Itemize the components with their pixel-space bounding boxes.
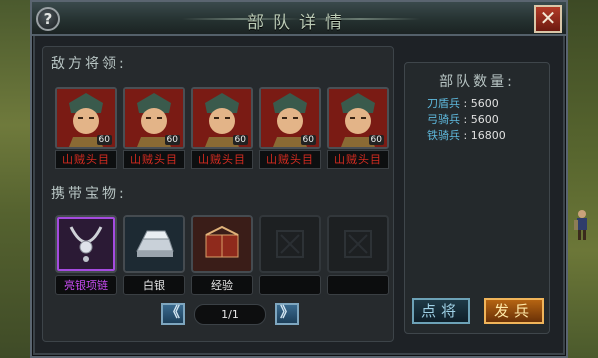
- general-card[interactable]: 60 山贼头目: [123, 87, 185, 171]
- empty-slot-icon: [259, 215, 321, 273]
- treasure-slot[interactable]: 白银: [123, 215, 185, 295]
- map-background-left: [0, 0, 32, 358]
- treasure-slot[interactable]: 亮银项链: [55, 215, 117, 295]
- troop-type: 铁骑兵: [427, 129, 460, 142]
- troop-count: 16800: [470, 129, 506, 142]
- troop-row: 刀盾兵 : 5600: [427, 95, 499, 111]
- general-name: 山贼头目: [259, 150, 321, 169]
- general-level: 60: [164, 135, 180, 145]
- general-card[interactable]: 60 山贼头目: [327, 87, 389, 171]
- general-level: 60: [300, 135, 316, 145]
- treasures-label: 携带宝物:: [51, 186, 127, 202]
- general-name: 山贼头目: [55, 150, 117, 169]
- send-troops-button[interactable]: 发兵: [484, 298, 544, 324]
- general-portrait-icon: 60: [327, 87, 389, 149]
- treasure-name: 亮银项链: [55, 275, 117, 295]
- prev-page-button[interactable]: 《: [161, 303, 185, 325]
- enemy-generals-label: 敌方将领:: [51, 56, 127, 72]
- main-content-panel: 敌方将领: 60 山贼头目 60 山贼头目 60 山贼头目 60 山贼头目 60…: [42, 46, 394, 342]
- next-page-button[interactable]: 》: [275, 303, 299, 325]
- troop-count: 5600: [470, 97, 499, 110]
- general-name: 山贼头目: [327, 150, 389, 169]
- treasure-slot-empty[interactable]: [327, 215, 389, 295]
- map-background-right: [568, 0, 598, 358]
- troop-type: 弓骑兵: [427, 113, 460, 126]
- troop-separator: :: [463, 113, 468, 126]
- general-level: 60: [96, 135, 112, 145]
- general-portrait-icon: 60: [191, 87, 253, 149]
- general-card[interactable]: 60 山贼头目: [55, 87, 117, 171]
- enemy-generals-row: 60 山贼头目 60 山贼头目 60 山贼头目 60 山贼头目 60 山贼头目: [55, 87, 393, 171]
- page-indicator: 1/1: [194, 304, 266, 325]
- troop-separator: :: [463, 97, 468, 110]
- title-bar: ? 部队详情 ✕: [32, 2, 566, 36]
- window-title: 部队详情: [247, 13, 351, 33]
- general-portrait-icon: 60: [123, 87, 185, 149]
- assign-general-button[interactable]: 点将: [412, 298, 470, 324]
- general-level: 60: [232, 135, 248, 145]
- troop-row: 铁骑兵 : 16800: [427, 127, 506, 143]
- pagination: 《 1/1 》: [161, 303, 301, 327]
- general-name: 山贼头目: [191, 150, 253, 169]
- treasures-row: 亮银项链 白银 经验: [55, 215, 393, 299]
- treasure-name: 经验: [191, 275, 253, 295]
- troop-details-window: ? 部队详情 ✕ 敌方将领: 60 山贼头目 60 山贼头目 60 山贼头目 6…: [30, 0, 568, 358]
- troop-row: 弓骑兵 : 5600: [427, 111, 499, 127]
- general-portrait-icon: 60: [55, 87, 117, 149]
- treasure-slot[interactable]: 经验: [191, 215, 253, 295]
- troop-type: 刀盾兵: [427, 97, 460, 110]
- experience-book-icon: [191, 215, 253, 273]
- troop-separator: :: [463, 129, 468, 142]
- empty-slot-icon: [327, 215, 389, 273]
- necklace-icon: [55, 215, 117, 273]
- general-level: 60: [368, 135, 384, 145]
- troop-count: 5600: [470, 113, 499, 126]
- silver-ingot-icon: [123, 215, 185, 273]
- title-ornament-right: [300, 18, 420, 20]
- treasure-name: 白银: [123, 275, 185, 295]
- close-button[interactable]: ✕: [534, 5, 562, 33]
- map-soldier-icon: [574, 210, 587, 240]
- general-card[interactable]: 60 山贼头目: [191, 87, 253, 171]
- troop-count-panel: 部队数量: 刀盾兵 : 5600 弓骑兵 : 5600 铁骑兵 : 16800: [404, 62, 550, 334]
- treasure-name: [259, 275, 321, 295]
- general-name: 山贼头目: [123, 150, 185, 169]
- treasure-slot-empty[interactable]: [259, 215, 321, 295]
- troop-count-title: 部队数量:: [439, 74, 515, 90]
- general-card[interactable]: 60 山贼头目: [259, 87, 321, 171]
- general-portrait-icon: 60: [259, 87, 321, 149]
- treasure-name: [327, 275, 389, 295]
